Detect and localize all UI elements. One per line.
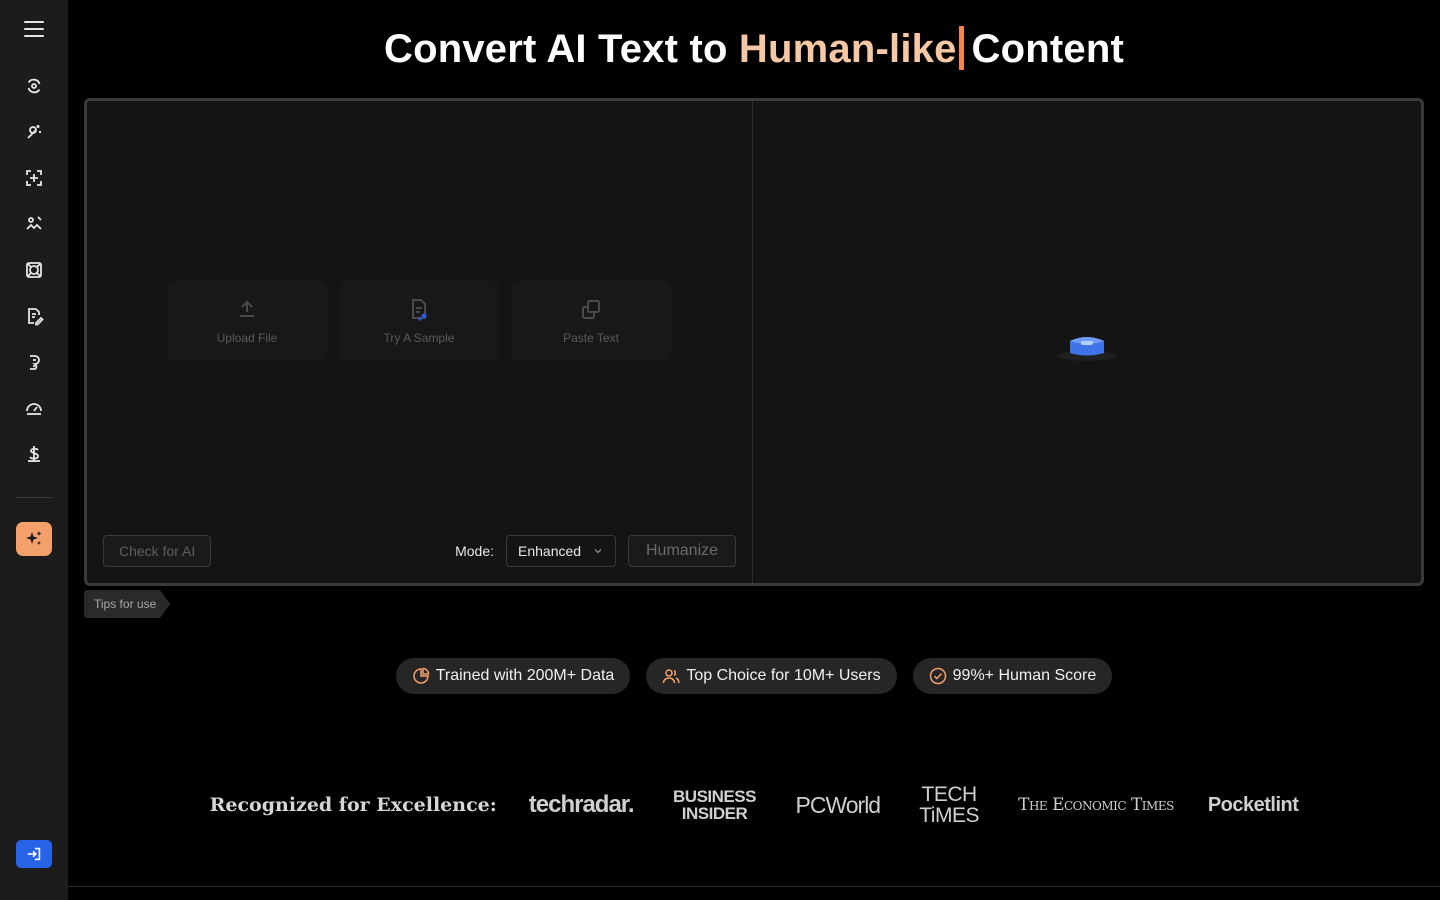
refresh-icon[interactable] <box>14 63 54 109</box>
economic-times-logo: The Economic Times <box>1018 795 1174 815</box>
paste-text-button[interactable]: Paste Text <box>511 281 671 361</box>
typing-cursor <box>958 26 964 70</box>
image-edit-icon[interactable] <box>14 201 54 247</box>
feature-badges: Trained with 200M+ Data Top Choice for 1… <box>68 658 1440 694</box>
badge-data-label: Trained with 200M+ Data <box>435 667 615 684</box>
badge-score-label: 99%+ Human Score <box>952 667 1097 684</box>
badge-score: 99%+ Human Score <box>912 658 1113 694</box>
page-title: Convert AI Text to Human-like Content <box>68 26 1440 72</box>
main-content: Convert AI Text to Human-like Content Upl… <box>68 0 1440 900</box>
badge-data: Trained with 200M+ Data <box>395 658 631 694</box>
humanizer-editor: Upload File Try A Sample Paste Text Chec… <box>84 98 1424 586</box>
business-insider-logo: BUSINESS INSIDER <box>668 788 762 822</box>
pocketlint-logo: Pocketlint <box>1207 793 1299 816</box>
loading-box-icon <box>1057 337 1117 361</box>
upload-file-button[interactable]: Upload File <box>167 281 327 361</box>
tech-times-line1: TECH <box>921 783 978 806</box>
output-pane <box>753 101 1421 583</box>
badge-check-icon <box>929 667 946 685</box>
tips-for-use-tag[interactable]: Tips for use <box>84 590 171 618</box>
dollar-icon[interactable] <box>14 431 54 477</box>
techradar-logo: techradar. <box>528 791 635 818</box>
login-button[interactable] <box>16 840 52 868</box>
document-edit-icon[interactable] <box>14 293 54 339</box>
scan-icon[interactable] <box>14 155 54 201</box>
pcworld-logo: PCWorld <box>795 791 882 818</box>
target-icon[interactable] <box>14 247 54 293</box>
paste-text-label: Paste Text <box>563 331 619 345</box>
magic-wand-icon[interactable] <box>14 109 54 155</box>
hamburger-menu-icon[interactable] <box>22 17 46 41</box>
tech-times-line2: TiMES <box>919 804 979 827</box>
upload-file-label: Upload File <box>216 331 278 345</box>
sidebar <box>0 0 68 900</box>
ai-sparkle-button[interactable] <box>16 522 52 556</box>
recognition-label: Recognized for Excellence: <box>209 794 497 816</box>
input-pane[interactable]: Upload File Try A Sample Paste Text Chec… <box>87 101 753 583</box>
mode-label: Mode: <box>455 543 494 559</box>
speedometer-icon[interactable] <box>14 385 54 431</box>
try-sample-button[interactable]: Try A Sample <box>339 281 499 361</box>
sample-document-icon <box>412 299 427 321</box>
footer-divider <box>68 886 1440 887</box>
try-sample-label: Try A Sample <box>383 331 455 345</box>
press-logos: techradar. BUSINESS INSIDER PCWorld TECH… <box>529 784 1299 826</box>
copy-icon <box>582 300 600 319</box>
humanize-button[interactable]: Humanize <box>628 535 736 567</box>
check-for-ai-button[interactable]: Check for AI <box>103 535 212 567</box>
editor-toolbar: Check for AI Mode: Enhanced Humanize <box>103 535 736 567</box>
pie-chart-icon <box>412 667 429 684</box>
brain-icon[interactable] <box>14 339 54 385</box>
sidebar-tools <box>14 63 54 477</box>
sidebar-divider <box>16 497 52 498</box>
badge-users: Top Choice for 10M+ Users <box>646 658 897 694</box>
title-accent: Human-like <box>738 27 957 71</box>
business-insider-line2: INSIDER <box>681 804 748 823</box>
users-icon <box>663 669 680 684</box>
input-actions: Upload File Try A Sample Paste Text <box>167 281 671 361</box>
title-prefix: Convert AI Text to <box>383 27 739 71</box>
chevron-down-icon <box>594 549 602 554</box>
sparkle-icon <box>26 531 42 545</box>
recognition-strip: Recognized for Excellence: techradar. BU… <box>68 784 1440 826</box>
upload-icon <box>240 300 254 317</box>
tech-times-logo: TECH TiMES <box>914 784 984 826</box>
title-suffix: Content <box>971 27 1125 71</box>
login-icon <box>27 847 41 861</box>
mode-select[interactable]: Enhanced <box>506 535 616 567</box>
mode-select-value: Enhanced <box>518 543 582 559</box>
badge-users-label: Top Choice for 10M+ Users <box>686 667 881 684</box>
